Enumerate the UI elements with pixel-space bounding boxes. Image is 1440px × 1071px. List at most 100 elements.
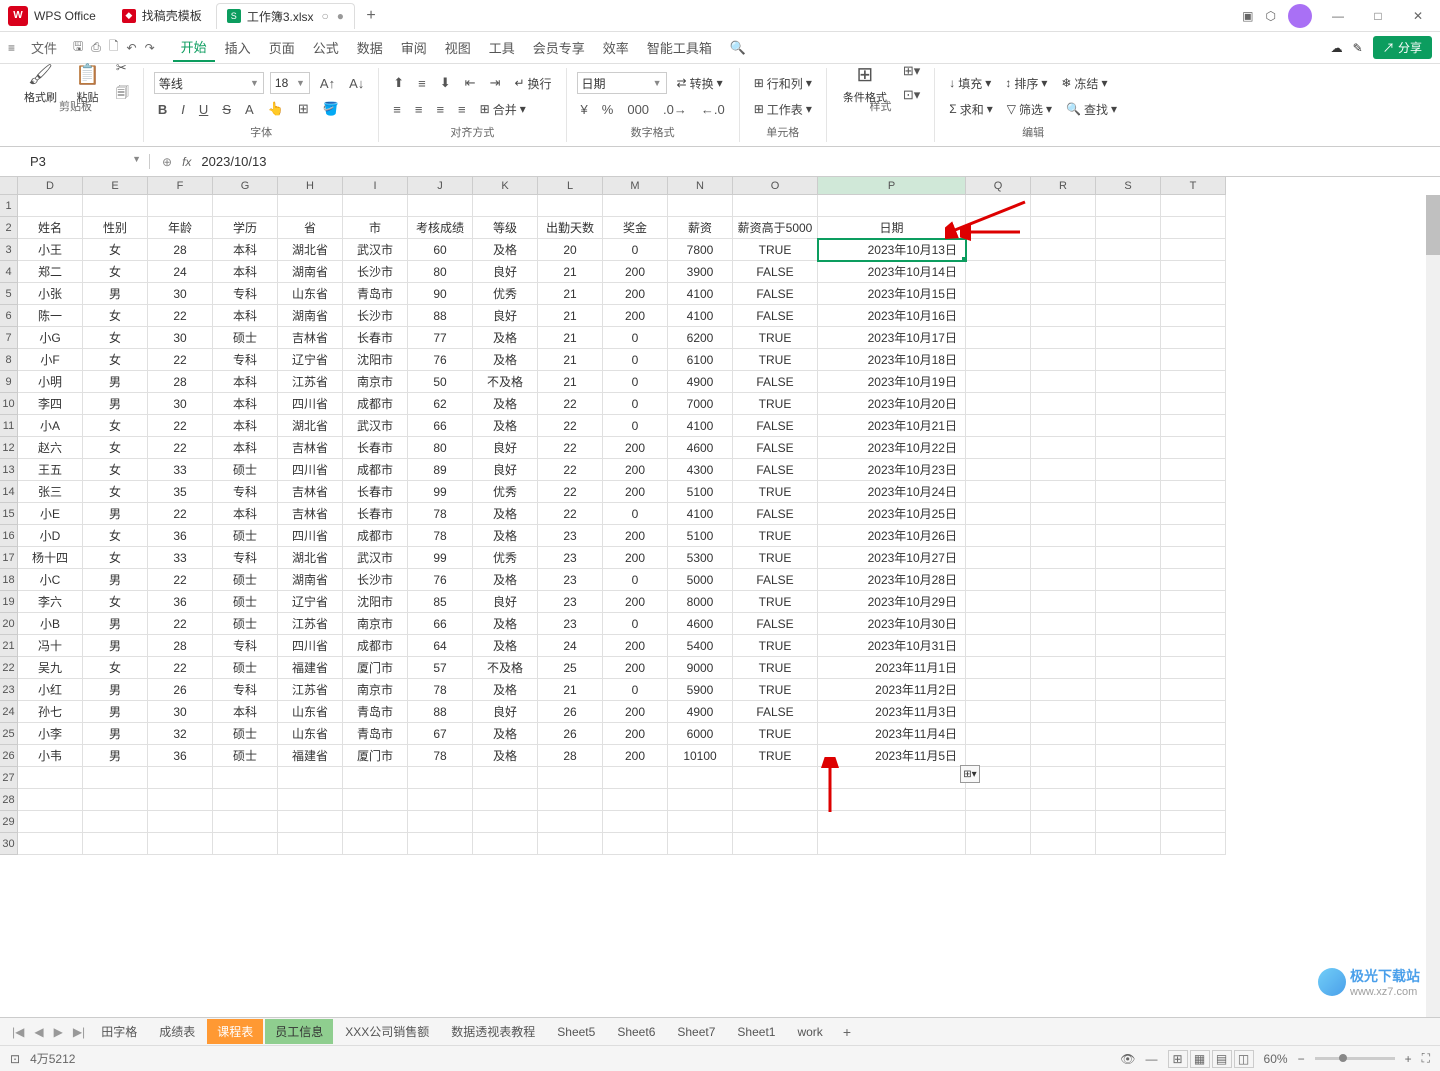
cell[interactable] — [18, 789, 83, 811]
zoom-level[interactable]: 60% — [1264, 1052, 1288, 1066]
cell[interactable]: 78 — [408, 679, 473, 701]
cell[interactable]: 成都市 — [343, 393, 408, 415]
cell[interactable] — [278, 833, 343, 855]
cell[interactable]: 2023年10月19日 — [818, 371, 966, 393]
cell[interactable]: 良好 — [473, 591, 538, 613]
cell[interactable] — [213, 767, 278, 789]
cell[interactable]: 福建省 — [278, 657, 343, 679]
cell[interactable]: 5000 — [668, 569, 733, 591]
cell[interactable]: 等级 — [473, 217, 538, 239]
row-header[interactable]: 12 — [0, 437, 18, 459]
cell[interactable]: 5100 — [668, 481, 733, 503]
zoom-icon[interactable]: ⊕ — [162, 155, 172, 169]
cell[interactable] — [603, 811, 668, 833]
cell[interactable] — [473, 833, 538, 855]
cell[interactable]: 辽宁省 — [278, 349, 343, 371]
row-header[interactable]: 18 — [0, 569, 18, 591]
preview-icon[interactable]: 🗋 — [109, 37, 119, 58]
cell[interactable] — [1161, 789, 1226, 811]
freeze-button[interactable]: ❄ 冻结 ▾ — [1057, 74, 1111, 93]
cell[interactable]: 23 — [538, 547, 603, 569]
cell[interactable] — [1031, 591, 1096, 613]
currency-icon[interactable]: ¥ — [577, 100, 592, 119]
cell[interactable]: 出勤天数 — [538, 217, 603, 239]
cell[interactable]: 专科 — [213, 679, 278, 701]
comma-icon[interactable]: 000 — [623, 100, 653, 119]
cell[interactable]: 吉林省 — [278, 503, 343, 525]
tab-template[interactable]: ◆ 找稿壳模板 — [112, 3, 212, 29]
cell[interactable]: FALSE — [733, 283, 818, 305]
cell[interactable]: 28 — [148, 635, 213, 657]
cell[interactable]: 及格 — [473, 415, 538, 437]
cell[interactable]: 2023年10月15日 — [818, 283, 966, 305]
cell[interactable] — [213, 811, 278, 833]
cell[interactable] — [733, 811, 818, 833]
cell[interactable]: 76 — [408, 569, 473, 591]
cell[interactable]: 2023年10月25日 — [818, 503, 966, 525]
cell[interactable] — [966, 415, 1031, 437]
cell[interactable]: 5900 — [668, 679, 733, 701]
cell[interactable]: 日期 — [818, 217, 966, 239]
cell[interactable] — [1161, 503, 1226, 525]
dec-inc-icon[interactable]: .0→ — [659, 100, 691, 119]
cell[interactable] — [408, 767, 473, 789]
cell[interactable]: 及格 — [473, 503, 538, 525]
cell[interactable]: 35 — [148, 481, 213, 503]
sheet-tab[interactable]: Sheet6 — [607, 1021, 665, 1043]
search-icon[interactable]: 🔍 — [722, 36, 754, 60]
cell[interactable]: 2023年10月27日 — [818, 547, 966, 569]
column-header[interactable]: M — [603, 177, 668, 195]
cell[interactable] — [408, 811, 473, 833]
cell[interactable] — [1161, 745, 1226, 767]
cell[interactable] — [1096, 283, 1161, 305]
cell[interactable]: 良好 — [473, 305, 538, 327]
cell[interactable] — [668, 811, 733, 833]
cell[interactable] — [1161, 349, 1226, 371]
cell[interactable]: 武汉市 — [343, 547, 408, 569]
cell[interactable] — [1161, 481, 1226, 503]
cell[interactable]: 21 — [538, 349, 603, 371]
cell[interactable] — [408, 833, 473, 855]
cell[interactable]: 本科 — [213, 261, 278, 283]
cell[interactable]: 张三 — [18, 481, 83, 503]
menu-insert[interactable]: 插入 — [217, 34, 259, 61]
cell[interactable]: 本科 — [213, 305, 278, 327]
cell[interactable] — [1096, 679, 1161, 701]
cell[interactable]: 专科 — [213, 481, 278, 503]
cell[interactable]: 0 — [603, 569, 668, 591]
dash-icon[interactable]: — — [1146, 1052, 1158, 1066]
cell[interactable]: 男 — [83, 635, 148, 657]
cell[interactable] — [1031, 349, 1096, 371]
align-center-icon[interactable]: ≡ — [411, 100, 427, 119]
cut-icon[interactable]: ✂ — [112, 58, 133, 78]
cell[interactable]: 本科 — [213, 437, 278, 459]
cell[interactable] — [473, 789, 538, 811]
cell[interactable] — [83, 767, 148, 789]
cell[interactable]: 男 — [83, 393, 148, 415]
cell[interactable] — [1161, 261, 1226, 283]
cell[interactable]: 男 — [83, 679, 148, 701]
row-header[interactable]: 9 — [0, 371, 18, 393]
cell[interactable]: 0 — [603, 613, 668, 635]
cell[interactable]: 湖南省 — [278, 261, 343, 283]
cell[interactable]: 200 — [603, 745, 668, 767]
cell[interactable] — [1161, 459, 1226, 481]
column-header[interactable]: T — [1161, 177, 1226, 195]
cell[interactable] — [1161, 811, 1226, 833]
cell[interactable]: 江苏省 — [278, 679, 343, 701]
cell[interactable] — [966, 283, 1031, 305]
menu-tools[interactable]: 工具 — [481, 34, 523, 61]
bold-icon[interactable]: B — [154, 100, 171, 119]
cell[interactable] — [1161, 723, 1226, 745]
cell[interactable]: TRUE — [733, 657, 818, 679]
cell[interactable]: 23 — [538, 613, 603, 635]
cell[interactable] — [473, 767, 538, 789]
view-normal-button[interactable]: ⊞ — [1168, 1050, 1188, 1068]
column-header[interactable]: E — [83, 177, 148, 195]
cell[interactable]: 湖南省 — [278, 305, 343, 327]
share-button[interactable]: ↗ 分享 — [1373, 36, 1432, 59]
cell[interactable]: 及格 — [473, 723, 538, 745]
cell[interactable]: 青岛市 — [343, 723, 408, 745]
fill-color-icon[interactable]: 🪣 — [319, 99, 343, 119]
tab-pin-icon[interactable]: ○ — [322, 9, 329, 23]
